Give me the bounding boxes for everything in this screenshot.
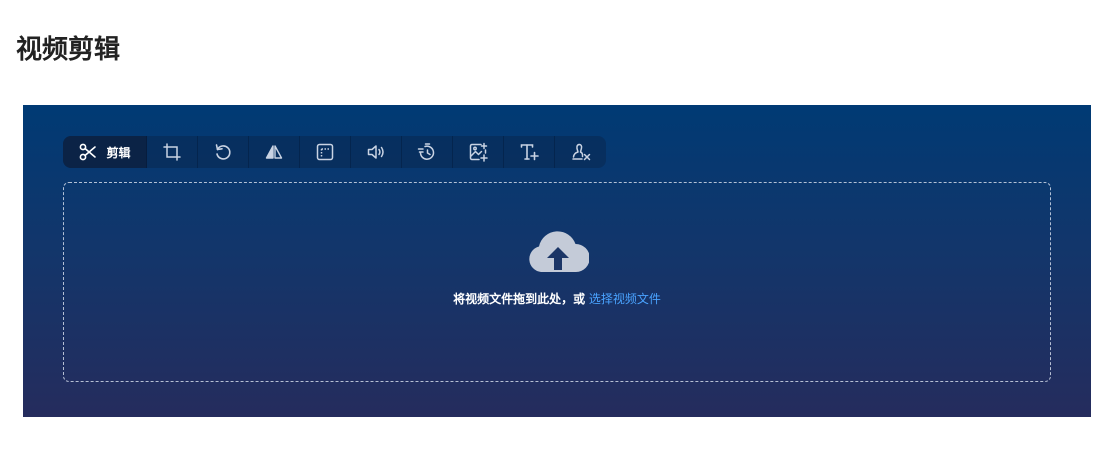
tool-add-text[interactable] (504, 136, 555, 168)
tool-rotate[interactable] (198, 136, 249, 168)
frame-icon (316, 143, 334, 161)
select-video-link[interactable]: 选择视频文件 (589, 292, 661, 306)
flip-icon (265, 145, 283, 159)
tool-clip-label: 剪辑 (106, 145, 131, 160)
add-text-icon (520, 144, 539, 161)
video-dropzone[interactable]: 将视频文件拖到此处，或 选择视频文件 (63, 182, 1051, 382)
remove-watermark-icon (571, 143, 590, 161)
speed-icon (417, 143, 435, 160)
scissors-icon (80, 143, 97, 161)
tool-volume[interactable] (351, 136, 402, 168)
cloud-upload-icon (529, 231, 589, 272)
add-image-icon (469, 142, 488, 162)
editor-toolbar: 剪辑 (63, 136, 606, 168)
video-editor-panel: 剪辑 将视频文件拖到此处，或 选择视频文件 (23, 105, 1091, 417)
volume-icon (367, 145, 384, 159)
dropzone-text: 将视频文件拖到此处，或 选择视频文件 (64, 291, 1050, 307)
tool-frame[interactable] (300, 136, 351, 168)
rotate-icon (215, 144, 231, 160)
tool-crop[interactable] (147, 136, 198, 168)
tool-flip[interactable] (249, 136, 300, 168)
tool-add-image[interactable] (453, 136, 504, 168)
tool-remove-watermark[interactable] (555, 136, 606, 168)
tool-clip[interactable]: 剪辑 (63, 136, 147, 168)
tool-speed[interactable] (402, 136, 453, 168)
page-title: 视频剪辑 (16, 35, 121, 65)
crop-icon (163, 143, 181, 161)
drop-prompt: 将视频文件拖到此处，或 (453, 292, 586, 306)
